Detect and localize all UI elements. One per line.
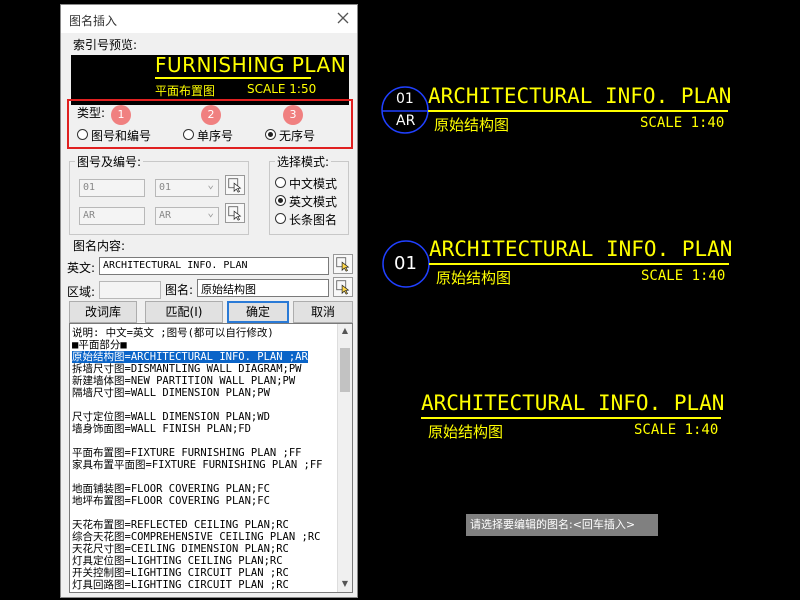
list-item[interactable]: 家具布置平面图=FIXTURE FURNISHING PLAN ;FF [72,459,323,471]
pick-cursor-icon[interactable] [333,277,353,297]
radio-icon [275,177,286,188]
list-item[interactable]: ■平面部分■ [72,339,127,351]
name-input[interactable]: 原始结构图 [197,279,329,297]
title-preview: FURNISHING PLAN 平面布置图 SCALE 1:50 [71,53,349,105]
scrollbar-thumb[interactable] [340,348,350,392]
vertical-scrollbar[interactable]: ▲ ▼ [337,324,352,592]
number-combo-1[interactable]: 01 [155,178,219,197]
title-library-list[interactable]: 说明: 中文=英文 ;图号(都可以自行修改) ■平面部分■ 原始结构图=ARCHIT… [69,323,353,593]
list-item[interactable]: 综合天花图=COMPREHENSIVE CEILING PLAN ;RC [72,531,320,543]
scroll-down-icon[interactable]: ▼ [340,579,350,589]
cad-scale-1[interactable]: SCALE 1:40 [640,115,724,131]
name-label: 图名: [165,283,194,297]
type-option-label: 无序号 [279,129,316,143]
step-badge-1: 1 [111,105,131,125]
type-option-label: 图号和编号 [91,129,152,143]
command-prompt: 请选择要编辑的图名:<回车插入> [466,514,658,536]
index-number: 01 [394,253,417,274]
list-item[interactable]: 天花尺寸图=CEILING DIMENSION PLAN;RC [72,543,289,555]
pick-cursor-icon[interactable] [225,175,245,195]
list-item[interactable]: 拆墙尺寸图=DISMANTLING WALL DIAGRAM;PW [72,363,302,375]
list-item[interactable]: 地坪布置图=FLOOR COVERING PLAN;FC [72,495,270,507]
preview-subtitle: 平面布置图 [155,84,216,98]
cad-title-1[interactable]: ARCHITECTURAL INFO. PLAN [428,84,731,108]
preview-label: 索引号预览: [73,38,138,52]
list-item[interactable]: 开关控制图=LIGHTING CIRCUIT PLAN ;RC [72,567,289,579]
list-item[interactable]: 天花布置图=REFLECTED CEILING PLAN;RC [72,519,289,531]
scroll-up-icon[interactable]: ▲ [340,326,350,336]
cad-subtitle-3[interactable]: 原始结构图 [428,421,503,442]
area-label: 区域: [67,285,96,299]
radio-selected-icon [275,195,286,206]
list-item[interactable]: 平面布置图=FIXTURE FURNISHING PLAN ;FF [72,447,302,459]
number-field-2[interactable]: AR [79,207,145,225]
mode-option-label: 中文模式 [289,177,338,191]
english-label: 英文: [67,261,96,275]
type-option-label: 单序号 [197,129,234,143]
edit-library-button[interactable]: 改词库 [69,301,137,323]
pick-cursor-icon[interactable] [333,254,353,274]
area-input[interactable] [99,281,161,299]
cancel-button[interactable]: 取消 [293,301,353,323]
list-item[interactable]: 灯具回路图=LIGHTING CIRCUIT PLAN ;RC [72,579,289,591]
list-item[interactable]: 尺寸定位图=WALL DIMENSION PLAN;WD [72,411,270,423]
insert-title-dialog: 图名插入 索引号预览: FURNISHING PLAN 平面布置图 SCALE … [60,4,358,598]
title-underline-3 [421,417,721,419]
dialog-title: 图名插入 [69,14,118,28]
title-underline-2 [429,263,729,265]
content-label: 图名内容: [73,239,126,253]
step-badge-2: 2 [201,105,221,125]
pick-cursor-icon[interactable] [225,203,245,223]
cad-subtitle-1[interactable]: 原始结构图 [434,114,509,135]
step-badge-3: 3 [283,105,303,125]
cad-scale-3[interactable]: SCALE 1:40 [634,422,718,438]
preview-underline [155,77,311,79]
number-field-1[interactable]: 01 [79,179,145,197]
radio-icon [183,129,194,140]
mode-group-label: 选择模式: [275,153,332,170]
radio-icon [77,129,88,140]
list-item[interactable]: 墙身饰面图=WALL FINISH PLAN;FD [72,423,251,435]
ok-button[interactable]: 确定 [227,301,289,323]
list-item[interactable]: 新建墙体图=NEW PARTITION WALL PLAN;PW [72,375,295,387]
title-underline-1 [428,110,728,112]
preview-title: FURNISHING PLAN [155,53,347,77]
list-item[interactable]: 说明: 中文=英文 ;图号(都可以自行修改) [72,327,274,339]
list-item[interactable]: 隔墙尺寸图=WALL DIMENSION PLAN;PW [72,387,270,399]
cad-subtitle-2[interactable]: 原始结构图 [436,267,511,288]
type-label: 类型: [77,106,106,120]
list-item[interactable]: 地面铺装图=FLOOR COVERING PLAN;FC [72,483,270,495]
cad-scale-2[interactable]: SCALE 1:40 [641,268,725,284]
index-top-number: 01 [396,91,414,107]
english-input[interactable]: ARCHITECTURAL INFO. PLAN [99,257,329,275]
cad-title-2[interactable]: ARCHITECTURAL INFO. PLAN [429,237,732,261]
mode-option-label: 长条图名 [289,213,338,227]
number-group-label: 图号及编号: [75,153,144,170]
match-button[interactable]: 匹配(I) [145,301,223,323]
list-item[interactable]: 原始结构图=ARCHITECTURAL INFO. PLAN ;AR [72,351,308,363]
radio-icon [275,213,286,224]
mode-option-label: 英文模式 [289,195,338,209]
title-bar[interactable]: 图名插入 [61,5,357,33]
number-combo-2[interactable]: AR [155,206,219,225]
index-bottom-number: AR [396,113,416,129]
close-icon[interactable] [335,10,351,26]
list-item[interactable]: 灯具定位图=LIGHTING CEILING PLAN;RC [72,555,283,567]
radio-selected-icon [265,129,276,140]
preview-scale: SCALE 1:50 [247,82,317,96]
cad-title-3[interactable]: ARCHITECTURAL INFO. PLAN [421,391,724,415]
